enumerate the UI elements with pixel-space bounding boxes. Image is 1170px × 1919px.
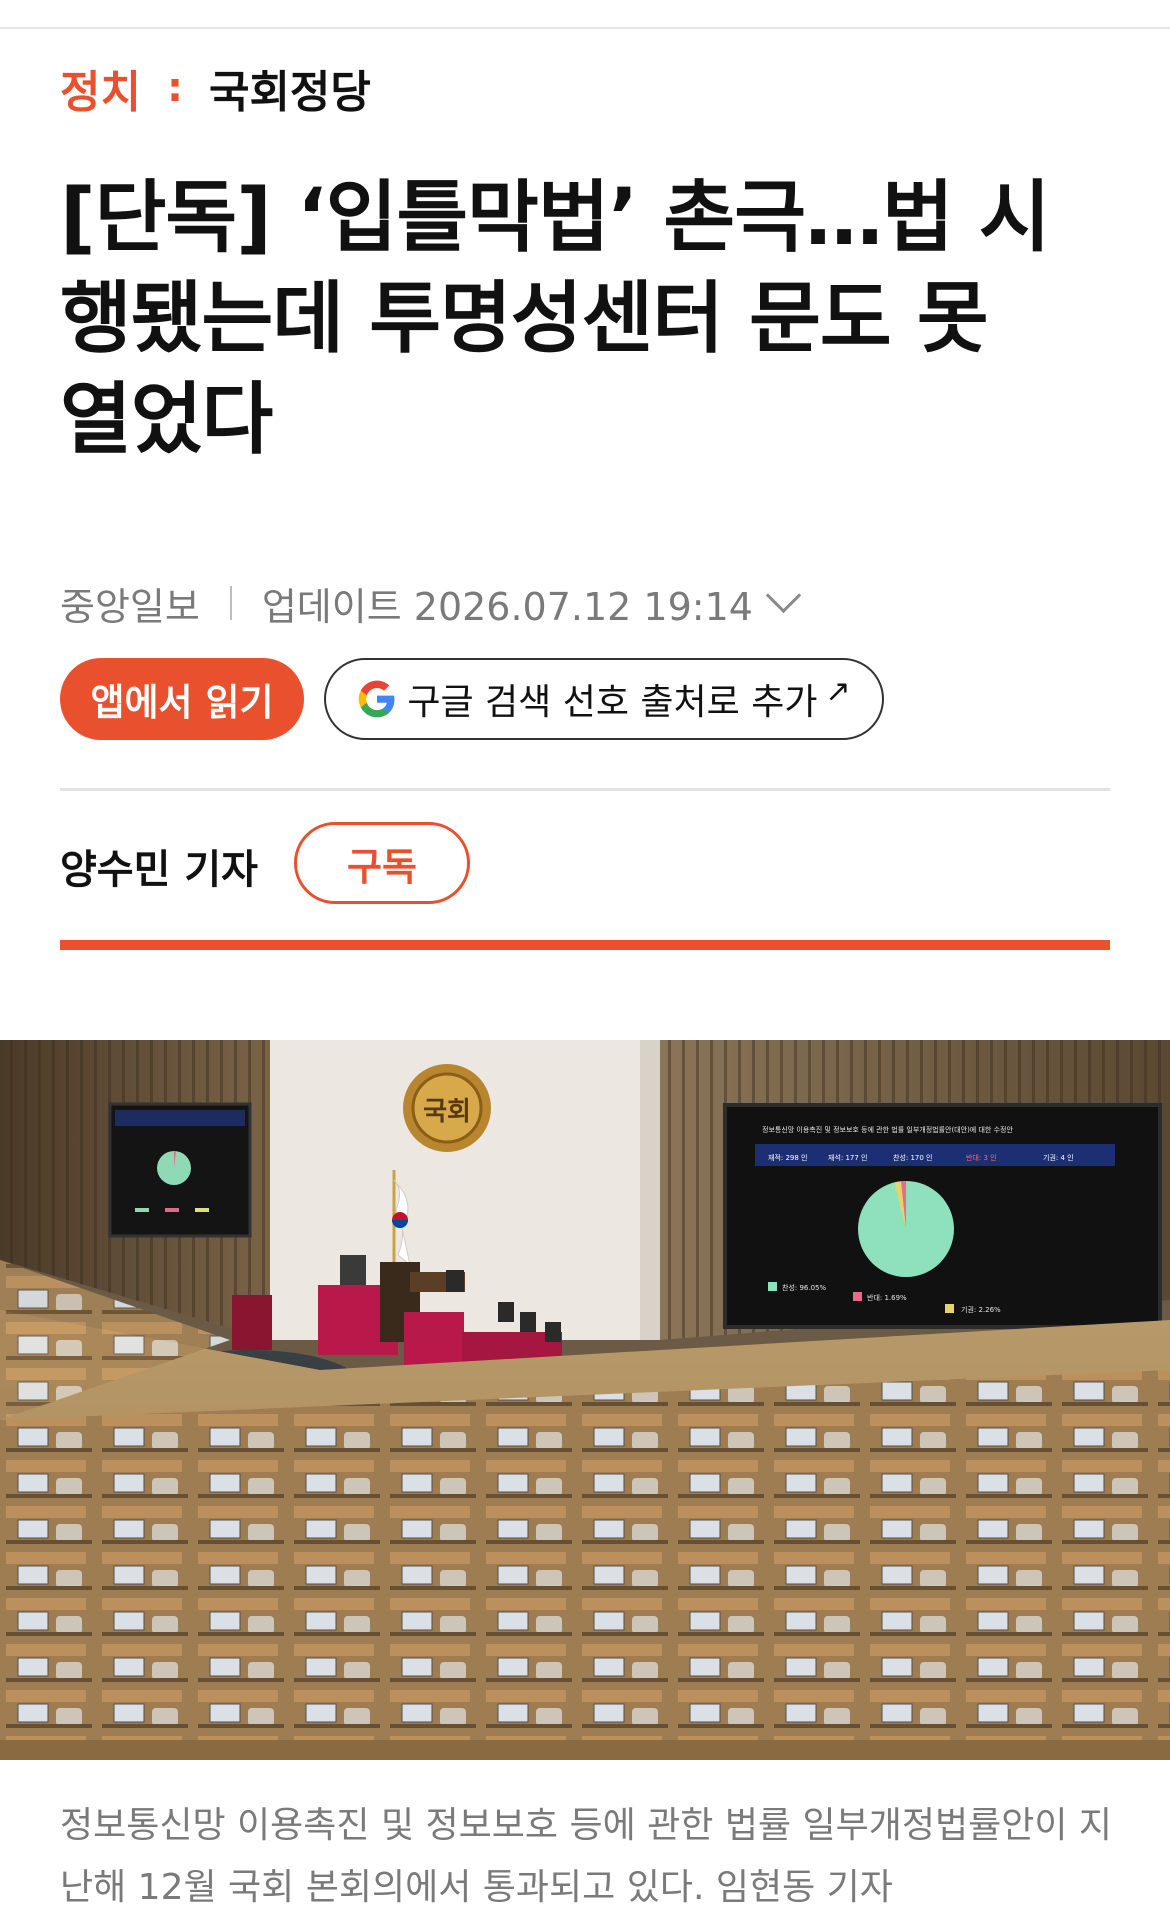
top-divider [0,27,1170,29]
svg-text:반대: 3 인: 반대: 3 인 [966,1153,997,1162]
google-button-label: 구글 검색 선호 출처로 추가 [407,682,818,723]
article-headline: [단독] ‘입틀막법’ 촌극…법 시행됐는데 투명성센터 문도 못 열었다 [60,173,1051,465]
meta-separator [229,586,232,620]
subscribe-button[interactable]: 구독 [294,822,470,904]
article-photo: 국회 정보통신망 이용촉진 및 정보보호 등에 관한 법률 일부개정법률안(대안… [0,1040,1170,1760]
svg-text:반대: 1.69%: 반대: 1.69% [867,1293,907,1302]
svg-text:재석: 177 인: 재석: 177 인 [828,1153,868,1162]
left-vote-screen [108,1102,252,1238]
breadcrumb: 정치 : 국회정당 [60,58,371,118]
svg-text:찬성: 96.05%: 찬성: 96.05% [782,1283,827,1292]
svg-text:찬성: 170 인: 찬성: 170 인 [893,1153,933,1162]
source-name: 중앙일보 [60,584,200,629]
breadcrumb-subsection[interactable]: 국회정당 [209,56,371,120]
photo-caption: 정보통신망 이용촉진 및 정보보호 등에 관한 법률 일부개정법률안이 지난해 … [60,1805,1113,1908]
external-link-icon: ↗ [825,673,851,709]
section-divider [60,788,1110,791]
chevron-down-icon[interactable] [765,577,802,613]
breadcrumb-separator: : [166,65,183,111]
breadcrumb-section[interactable]: 정치 [60,56,141,120]
read-in-app-button[interactable]: 앱에서 읽기 [60,658,304,740]
google-preferred-source-button[interactable]: 구글 검색 선호 출처로 추가 ↗ [324,658,884,740]
updated-time: 업데이트 2026.07.12 19:14 [261,584,753,629]
google-icon [359,680,395,718]
svg-text:재적: 298 인: 재적: 298 인 [768,1153,808,1162]
article-meta: 중앙일보 업데이트 2026.07.12 19:14 [60,577,802,629]
svg-text:기권: 4 인: 기권: 4 인 [1043,1153,1074,1162]
svg-text:국회: 국회 [423,1097,471,1127]
svg-text:기권: 2.26%: 기권: 2.26% [961,1305,1001,1314]
reporter-name[interactable]: 양수민 기자 [60,840,258,893]
national-assembly-emblem: 국회 [403,1064,491,1152]
svg-text:정보통신망 이용촉진 및 정보보호 등에 관한 법률 일부개: 정보통신망 이용촉진 및 정보보호 등에 관한 법률 일부개정법률안(대안)에 … [762,1125,1013,1134]
accent-bar [60,940,1110,950]
right-vote-screen: 정보통신망 이용촉진 및 정보보호 등에 관한 법률 일부개정법률안(대안)에 … [723,1103,1162,1329]
